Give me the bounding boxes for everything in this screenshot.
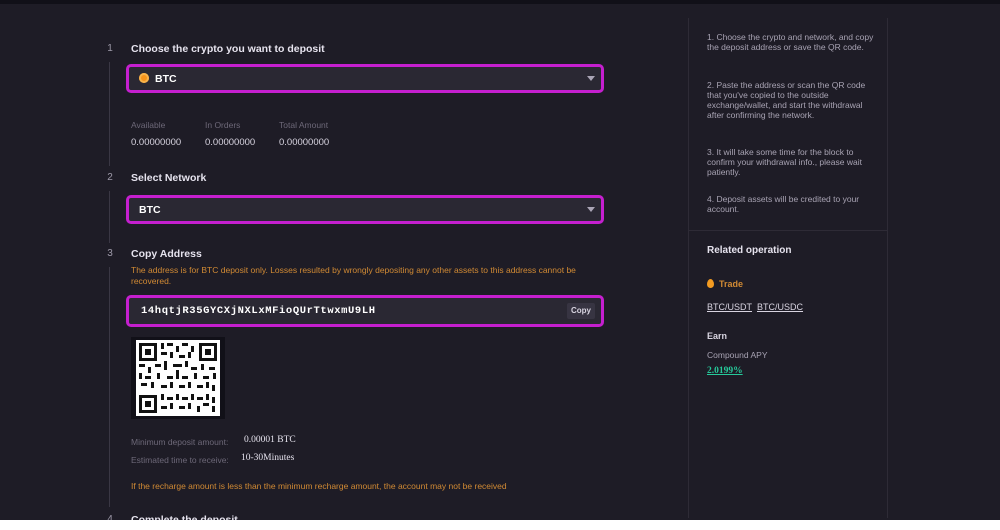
network-select-value: BTC: [139, 204, 161, 216]
est-time-label: Estimated time to receive:: [131, 455, 229, 465]
tip-4: 4. Deposit assets will be credited to yo…: [707, 194, 860, 214]
crypto-select-value: BTC: [155, 73, 177, 85]
balance-label-in-orders: In Orders: [205, 120, 241, 130]
deposit-page: 1 Choose the crypto you want to deposit …: [0, 0, 1000, 526]
tip-3: 3. It will take some time for the block …: [707, 147, 862, 177]
min-deposit-value: 0.00001 BTC: [244, 435, 296, 445]
chevron-down-icon: [587, 76, 595, 81]
est-time-value: 10-30Minutes: [241, 453, 295, 463]
qr-code: [131, 337, 225, 419]
step-title-select-network: Select Network: [131, 172, 207, 184]
min-deposit-label: Minimum deposit amount:: [131, 437, 229, 447]
network-select[interactable]: BTC: [126, 195, 604, 224]
step-title-choose-crypto: Choose the crypto you want to deposit: [131, 43, 325, 55]
apy-label: Compound APY: [707, 350, 768, 360]
chevron-down-icon: [587, 207, 595, 212]
recharge-warning: If the recharge amount is less than the …: [131, 481, 507, 491]
step-connector: [109, 191, 110, 243]
step-number-1: 1: [107, 43, 113, 54]
qr-code-image: [136, 340, 220, 416]
trade-pair-link[interactable]: BTC/USDC: [757, 302, 803, 312]
copy-button[interactable]: Copy: [567, 303, 595, 319]
earn-heading: Earn: [707, 331, 728, 341]
tip-1: 1. Choose the crypto and network, and co…: [707, 32, 874, 52]
balance-label-available: Available: [131, 120, 166, 130]
trade-heading: Trade: [707, 279, 743, 289]
balance-value-available: 0.00000000: [131, 137, 182, 148]
step-connector: [109, 62, 110, 166]
step-title-copy-address: Copy Address: [131, 248, 202, 260]
trade-label: Trade: [719, 279, 744, 289]
balance-value-total: 0.00000000: [279, 137, 330, 148]
address-field[interactable]: 14hqtjR35GYCXjNXLxMFioQUrTtwxmU9LH Copy: [126, 295, 604, 327]
crypto-select[interactable]: BTC: [126, 64, 604, 93]
balance-label-total: Total Amount: [279, 120, 329, 130]
deposit-address[interactable]: 14hqtjR35GYCXjNXLxMFioQUrTtwxmU9LH: [141, 305, 376, 317]
balance-value-in-orders: 0.00000000: [205, 137, 256, 148]
step-number-2: 2: [107, 172, 113, 183]
related-operation-title: Related operation: [707, 245, 792, 256]
tip-2: 2. Paste the address or scan the QR code…: [707, 80, 866, 120]
apy-value-link[interactable]: 2.0199%: [707, 366, 743, 376]
divider: [688, 230, 887, 231]
address-warning: The address is for BTC deposit only. Los…: [131, 265, 576, 286]
step-connector: [109, 267, 110, 507]
step-number-3: 3: [107, 248, 113, 259]
trade-pair-link[interactable]: BTC/USDT: [707, 302, 752, 312]
btc-coin-icon: [139, 73, 149, 83]
crypto-select-value-wrap: BTC: [139, 73, 177, 85]
bottom-margin: [0, 520, 1000, 528]
fire-icon: [707, 279, 714, 288]
